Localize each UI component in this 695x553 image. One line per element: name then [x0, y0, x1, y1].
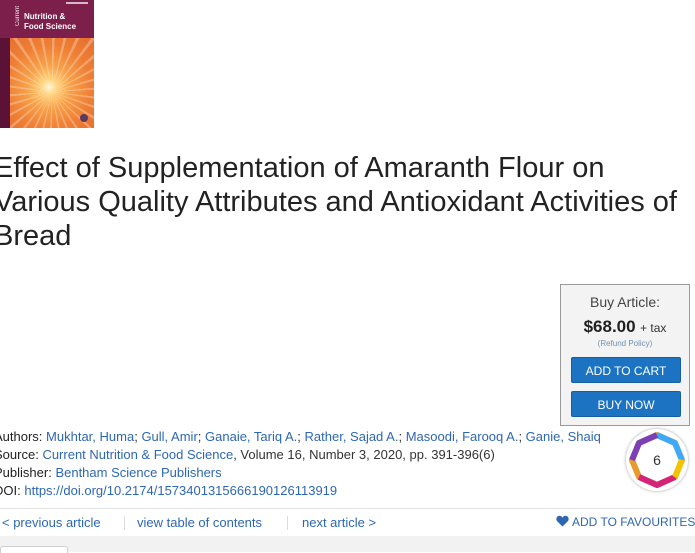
- previous-article-link[interactable]: < previous article: [2, 515, 101, 530]
- add-to-cart-button[interactable]: ADD TO CART: [571, 357, 681, 383]
- tax-label: + tax: [640, 321, 667, 335]
- publisher-link[interactable]: Bentham Science Publishers: [55, 465, 221, 480]
- refund-policy-link[interactable]: (Refund Policy): [561, 339, 689, 348]
- altmetric-badge[interactable]: 6: [626, 429, 688, 491]
- authors-row: Authors: Mukhtar, Huma; Gull, Amir; Gana…: [0, 428, 601, 446]
- cover-title-line1: Nutrition &: [24, 12, 66, 21]
- publisher-logo-icon: [80, 114, 88, 122]
- source-details: , Volume 16, Number 3, 2020, pp. 391-396…: [233, 447, 495, 462]
- article-navigation: < previous article view table of content…: [0, 508, 695, 537]
- author-separator: ;: [518, 429, 526, 444]
- doi-link[interactable]: https://doi.org/10.2174/1573401315666190…: [24, 483, 337, 498]
- cover-journal-prefix: Current: [15, 6, 21, 27]
- page-footer-strip: [0, 536, 695, 552]
- author-separator: ;: [398, 429, 406, 444]
- publisher-row: Publisher: Bentham Science Publishers: [0, 464, 222, 482]
- cover-journal-title: Nutrition & Food Science: [24, 12, 90, 32]
- next-article-link[interactable]: next article >: [302, 515, 376, 530]
- cover-title-line2: Food Science: [24, 22, 77, 31]
- author-separator: ;: [297, 429, 305, 444]
- buy-now-button[interactable]: BUY NOW: [571, 391, 681, 417]
- article-title: Effect of Supplementation of Amaranth Fl…: [0, 152, 677, 252]
- cover-decoration: [66, 2, 88, 4]
- doi-row: DOI: https://doi.org/10.2174/15734013156…: [0, 482, 337, 500]
- nav-divider: [287, 516, 288, 530]
- author-link[interactable]: Ganaie, Tariq A.: [205, 429, 297, 444]
- article-price: $68.00: [583, 317, 636, 336]
- buy-article-label: Buy Article:: [589, 294, 661, 310]
- add-to-favourites-label: ADD TO FAVOURITES: [572, 515, 695, 529]
- nav-divider: [124, 516, 125, 530]
- author-list: Mukhtar, Huma; Gull, Amir; Ganaie, Tariq…: [46, 429, 601, 444]
- price-row: $68.00 + tax: [561, 317, 689, 337]
- author-link[interactable]: Ganie, Shaiq: [526, 429, 601, 444]
- author-link[interactable]: Masoodi, Farooq A.: [406, 429, 519, 444]
- cover-side-strip: [0, 38, 10, 128]
- source-label: Source:: [0, 447, 39, 462]
- buy-article-box: Buy Article: $68.00 + tax (Refund Policy…: [560, 284, 690, 426]
- journal-cover-image[interactable]: Current Nutrition & Food Science: [0, 0, 94, 128]
- source-journal-link[interactable]: Current Nutrition & Food Science: [42, 447, 233, 462]
- heart-icon: [556, 515, 569, 527]
- authors-label: Authors:: [0, 429, 43, 444]
- altmetric-score: 6: [653, 452, 661, 468]
- source-row: Source: Current Nutrition & Food Science…: [0, 446, 495, 464]
- author-link[interactable]: Mukhtar, Huma: [46, 429, 134, 444]
- publisher-label: Publisher:: [0, 465, 52, 480]
- author-separator: ;: [197, 429, 206, 444]
- add-to-favourites-button[interactable]: ADD TO FAVOURITES: [556, 515, 695, 529]
- doi-label: DOI:: [0, 483, 21, 498]
- table-of-contents-link[interactable]: view table of contents: [137, 515, 262, 530]
- author-link[interactable]: Gull, Amir: [141, 429, 197, 444]
- author-link[interactable]: Rather, Sajad A.: [305, 429, 399, 444]
